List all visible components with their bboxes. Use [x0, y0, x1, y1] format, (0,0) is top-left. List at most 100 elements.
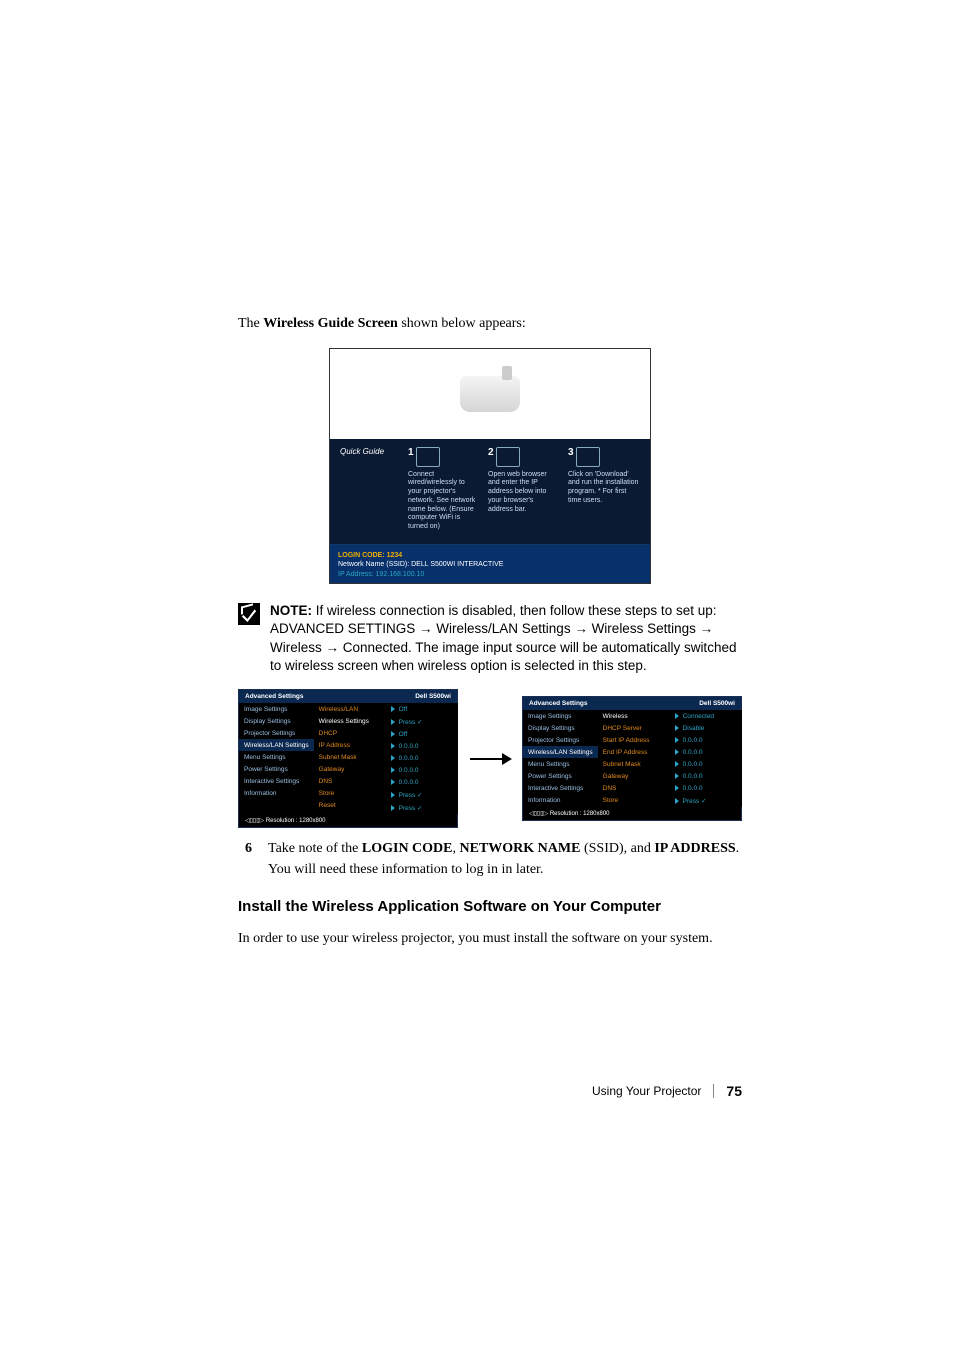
note-text: NOTE: If wireless connection is disabled… — [270, 602, 742, 675]
menu-item: Power Settings — [523, 770, 598, 782]
section-heading: Install the Wireless Application Softwar… — [238, 898, 742, 915]
chevron-right-icon — [675, 737, 679, 743]
menu-item: IP Address — [314, 739, 386, 751]
projector-illustration — [330, 349, 650, 439]
login-code-label: LOGIN CODE: — [338, 552, 387, 559]
projector-icon — [460, 376, 520, 412]
chevron-right-icon — [675, 785, 679, 791]
chevron-right-icon — [675, 713, 679, 719]
menu-value: 0.0.0.0 — [386, 752, 458, 764]
menu-value: Press ✓ — [386, 801, 458, 814]
advanced-settings-menu-left: Advanced Settings Dell S500wi Image Sett… — [238, 689, 458, 828]
menu-item: End IP Address — [598, 746, 670, 758]
menu-item: Wireless/LAN — [314, 703, 386, 715]
menu-value: 0.0.0.0 — [386, 776, 458, 788]
chevron-right-icon — [675, 798, 679, 804]
menu-title-right: Dell S500wi — [415, 693, 451, 700]
menu-item: Display Settings — [239, 715, 314, 727]
laptop-wifi-icon — [416, 447, 440, 467]
menu-item: DHCP — [314, 727, 386, 739]
intro-before: The — [238, 316, 263, 331]
login-code-value: 1234 — [387, 552, 403, 559]
menu-value: Off — [386, 703, 458, 715]
download-icon — [576, 447, 600, 467]
menu-item: Display Settings — [523, 722, 598, 734]
chevron-right-icon — [391, 719, 395, 725]
menu-item: Image Settings — [239, 703, 314, 715]
step-text: Open web browser and enter the IP addres… — [488, 471, 560, 515]
note-label: NOTE: — [270, 603, 312, 618]
ssid-line: Network Name (SSID): DELL S500WI INTERAC… — [338, 560, 642, 569]
menu-value: 0.0.0.0 — [670, 734, 742, 746]
note-body: If wireless connection is disabled, then… — [270, 603, 736, 673]
note-icon — [238, 603, 260, 625]
menu-item: Power Settings — [239, 763, 314, 775]
step-number: 2 — [488, 447, 494, 458]
menu-item: Gateway — [314, 763, 386, 775]
transition-arrow — [465, 750, 515, 768]
menu-body: Image SettingsDisplay SettingsProjector … — [239, 703, 457, 814]
footer-page-number: 75 — [726, 1083, 742, 1099]
menu-item: DNS — [598, 782, 670, 794]
menu-value: 0.0.0.0 — [386, 764, 458, 776]
menu-value: Press ✓ — [670, 794, 742, 807]
browser-icon — [496, 447, 520, 467]
menu-item: Menu Settings — [239, 751, 314, 763]
menu-item: Gateway — [598, 770, 670, 782]
chevron-right-icon — [391, 743, 395, 749]
menu-item: Projector Settings — [239, 727, 314, 739]
menu-title-right: Dell S500wi — [699, 700, 735, 707]
menu-value: Press ✓ — [386, 788, 458, 801]
footer-separator — [713, 1084, 714, 1098]
step-6: 6 Take note of the LOGIN CODE, NETWORK N… — [238, 838, 742, 880]
chevron-right-icon — [675, 749, 679, 755]
menu-title-left: Advanced Settings — [245, 693, 304, 700]
intro-after: shown below appears: — [398, 316, 526, 331]
menu-item: Store — [598, 794, 670, 806]
menu-header: Advanced Settings Dell S500wi — [523, 697, 741, 710]
note-block: NOTE: If wireless connection is disabled… — [238, 602, 742, 675]
advanced-settings-menu-right: Advanced Settings Dell S500wi Image Sett… — [522, 696, 742, 821]
menu-col-3: OffPress ✓Off0.0.0.00.0.0.00.0.0.00.0.0.… — [386, 703, 458, 814]
step-text: Connect wired/wirelessly to your project… — [408, 471, 480, 532]
menu-footer: ◁▯▯▯▷ Resolution : 1280x800 — [523, 807, 741, 820]
arrow-right-icon — [468, 750, 512, 768]
step-text: Click on 'Download' and run the installa… — [568, 471, 640, 506]
menu-value: 0.0.0.0 — [670, 746, 742, 758]
wireless-guide-screenshot: Quick Guide 1 Connect wired/wirelessly t… — [329, 348, 651, 585]
menu-value: 0.0.0.0 — [670, 782, 742, 794]
quick-guide-step-2: 2 Open web browser and enter the IP addr… — [488, 447, 560, 532]
menu-item: Start IP Address — [598, 734, 670, 746]
menu-item: Wireless/LAN Settings — [523, 746, 598, 758]
quick-guide-step-3: 3 Click on 'Download' and run the instal… — [568, 447, 640, 532]
menu-item: Information — [239, 787, 314, 799]
guide-login-footer: LOGIN CODE: 1234 Network Name (SSID): DE… — [330, 544, 650, 583]
intro-bold: Wireless Guide Screen — [263, 316, 398, 331]
menu-item: Menu Settings — [523, 758, 598, 770]
menu-col-3: ConnectedDisable0.0.0.00.0.0.00.0.0.00.0… — [670, 710, 742, 807]
quick-guide-step-1: 1 Connect wired/wirelessly to your proje… — [408, 447, 480, 532]
menu-item: Wireless Settings — [314, 715, 386, 727]
menu-value: 0.0.0.0 — [670, 770, 742, 782]
menu-item: Subnet Mask — [314, 751, 386, 763]
menu-value: Disable — [670, 722, 742, 734]
menu-item: Interactive Settings — [239, 775, 314, 787]
chevron-right-icon — [391, 731, 395, 737]
step-number: 1 — [408, 447, 414, 458]
menu-item: Projector Settings — [523, 734, 598, 746]
menu-value: Off — [386, 728, 458, 740]
ip-line: IP Address: 192.168.100.10 — [338, 570, 642, 579]
chevron-right-icon — [391, 805, 395, 811]
menu-value: Connected — [670, 710, 742, 722]
menu-value: Press ✓ — [386, 715, 458, 728]
menu-footer: ◁▯▯▯▷ Resolution : 1280x800 — [239, 814, 457, 827]
menu-col-1: Image SettingsDisplay SettingsProjector … — [523, 710, 598, 807]
menu-screenshots-row: Advanced Settings Dell S500wi Image Sett… — [238, 689, 742, 828]
step-text: Take note of the LOGIN CODE, NETWORK NAM… — [268, 838, 742, 880]
menu-col-1: Image SettingsDisplay SettingsProjector … — [239, 703, 314, 814]
chevron-right-icon — [391, 755, 395, 761]
menu-item: Subnet Mask — [598, 758, 670, 770]
menu-item: Interactive Settings — [523, 782, 598, 794]
chevron-right-icon — [391, 792, 395, 798]
menu-item: DNS — [314, 775, 386, 787]
